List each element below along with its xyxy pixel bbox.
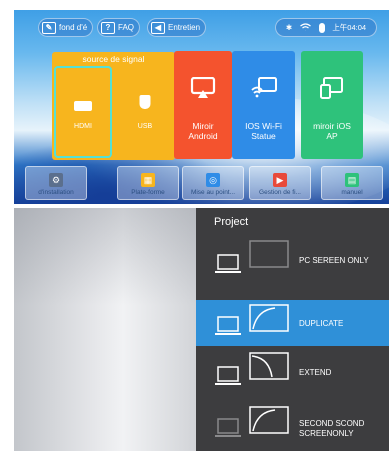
manual-tile[interactable]: ▤ manuel [321,166,383,200]
help-icon: ? [101,21,115,34]
faq-label: FAQ [118,23,135,32]
launcher-top-bar: ✎ fond d'é ? FAQ ◀ Entretien ✱ 上午04:04 [14,18,389,40]
manual-icon: ▤ [345,173,359,187]
settings-tile[interactable]: ⚙ d'installation [25,166,87,200]
signal-source-title: source de signal [82,54,145,64]
wallpaper-button[interactable]: ✎ fond d'é [38,18,94,37]
android-mirror-icon [190,77,216,98]
maintenance-button[interactable]: ◀ Entretien [147,18,207,37]
focus-label: Mise au point... [190,189,236,196]
option-label: SECOND SCOND [299,419,365,428]
wallpaper-label: fond d'é [59,23,88,32]
ios-ap-label: miroir iOS AP [313,121,351,141]
project-option-extend[interactable]: EXTEND [196,350,389,396]
android-mirror-label: Miroir Android [188,121,218,141]
signal-source-group: source de signal HDMI USB [52,52,175,160]
project-title: Project [214,216,249,228]
maintenance-label: Entretien [168,23,201,32]
launcher-screen: ✎ fond d'é ? FAQ ◀ Entretien ✱ 上午04:04 s… [14,10,389,204]
laptop-dim-icon [215,418,241,437]
settings-label: d'installation [38,189,74,196]
mouse-icon [318,22,325,33]
usb-label: USB [137,123,153,130]
option-label-line2: SCREENONLY [299,429,354,438]
status-bar: ✱ 上午04:04 [275,18,377,37]
usb-icon [139,95,151,109]
ios-wifi-icon [250,77,277,98]
faq-button[interactable]: ? FAQ [97,18,141,37]
laptop-icon [215,316,241,335]
option-label: DUPLICATE [299,319,344,328]
launcher-bottom-row: ⚙ d'installation ▦ Plate-forme ◎ Mise au… [14,166,389,202]
project-option-second-screen-only[interactable]: SECOND SCOND SCREENONLY [196,402,389,448]
second-screen-icon [249,406,289,434]
platform-tile[interactable]: ▦ Plate-forme [117,166,179,200]
option-label: EXTEND [299,368,332,377]
bluetooth-icon: ✱ [285,23,293,32]
settings-icon: ⚙ [49,173,63,187]
duplicate-screen-icon [249,304,289,332]
file-manager-tile[interactable]: ▶ Gestion de fi... [249,166,311,200]
screen-off-icon [249,240,289,268]
edit-icon: ✎ [42,21,56,34]
status-time: 上午04:04 [332,23,367,32]
file-manager-label: Gestion de fi... [259,189,301,196]
ios-wifi-label: IOS Wi-Fi Statue [245,121,282,141]
ios-wifi-tile[interactable]: IOS Wi-Fi Statue [232,51,295,159]
manual-label: manuel [341,189,363,196]
project-panel: Project PC SEREEN ONLY DUPLICATE EXTEND … [196,208,389,451]
hdmi-icon [74,101,92,111]
hdmi-source-tile[interactable]: HDMI [54,66,112,158]
maintenance-icon: ◀ [151,21,165,34]
android-mirror-tile[interactable]: Miroir Android [174,51,232,159]
laptop-icon [215,254,241,273]
file-manager-icon: ▶ [273,173,287,187]
option-label: PC SEREEN ONLY [299,256,369,265]
hdmi-label: HDMI [74,123,92,130]
focus-tile[interactable]: ◎ Mise au point... [182,166,244,200]
wifi-icon [300,22,311,33]
laptop-icon [215,366,241,385]
project-option-pc-screen-only[interactable]: PC SEREEN ONLY [196,238,389,284]
extend-screen-icon [249,352,289,380]
usb-source-tile[interactable]: USB [116,66,174,158]
project-option-duplicate[interactable]: DUPLICATE [196,300,389,346]
platform-icon: ▦ [141,173,155,187]
project-screen: Project PC SEREEN ONLY DUPLICATE EXTEND … [14,208,389,451]
platform-label: Plate-forme [131,189,165,196]
ios-ap-tile[interactable]: miroir iOS AP [301,51,363,159]
focus-icon: ◎ [206,173,220,187]
ios-ap-icon [320,77,343,99]
desktop-background [14,208,196,451]
